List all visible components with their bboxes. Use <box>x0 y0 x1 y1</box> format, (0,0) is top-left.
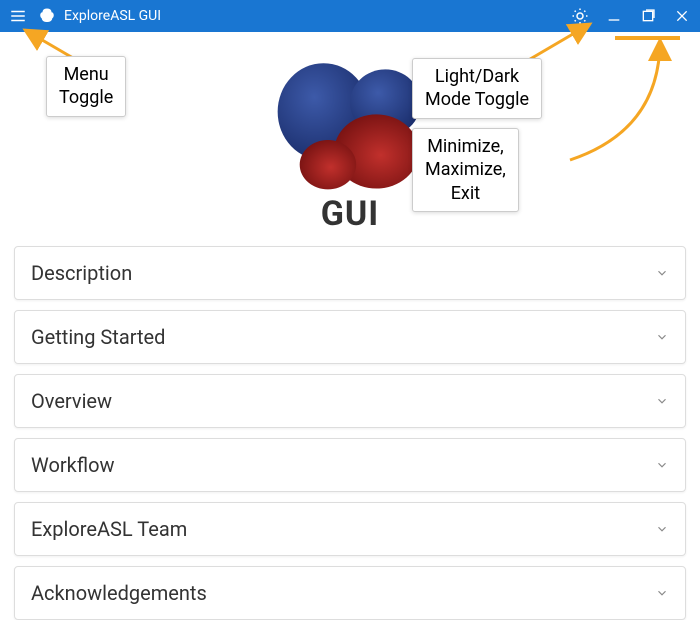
callout-window-controls: Minimize, Maximize, Exit <box>412 128 519 212</box>
accordion-item-description[interactable]: Description <box>14 246 686 300</box>
titlebar-left: ExploreASL GUI <box>6 4 161 28</box>
menu-toggle-button[interactable] <box>6 4 30 28</box>
accordion-label: Acknowledgements <box>31 581 207 605</box>
chevron-down-icon <box>655 586 669 600</box>
callout-menu-toggle: Menu Toggle <box>46 56 126 117</box>
app-title: ExploreASL GUI <box>64 8 161 24</box>
sun-icon <box>571 7 589 25</box>
accordion-label: Workflow <box>31 453 115 477</box>
hamburger-icon <box>9 7 27 25</box>
accordion-label: Overview <box>31 389 112 413</box>
chevron-down-icon <box>655 522 669 536</box>
accordion-label: Description <box>31 261 132 285</box>
maximize-icon <box>640 8 656 24</box>
logo-text: GUI <box>321 194 380 234</box>
chevron-down-icon <box>655 394 669 408</box>
accordion-label: Getting Started <box>31 325 165 349</box>
titlebar: ExploreASL GUI <box>0 0 700 32</box>
chevron-down-icon <box>655 458 669 472</box>
accordion-list: Description Getting Started Overview Wor… <box>0 246 700 620</box>
maximize-button[interactable] <box>636 4 660 28</box>
accordion-item-team[interactable]: ExploreASL Team <box>14 502 686 556</box>
close-icon <box>674 8 690 24</box>
chevron-down-icon <box>655 266 669 280</box>
minimize-icon <box>606 8 622 24</box>
brain-icon <box>38 7 56 25</box>
accordion-item-acknowledgements[interactable]: Acknowledgements <box>14 566 686 620</box>
accordion-item-getting-started[interactable]: Getting Started <box>14 310 686 364</box>
close-button[interactable] <box>670 4 694 28</box>
accordion-label: ExploreASL Team <box>31 517 187 541</box>
titlebar-right <box>568 4 694 28</box>
chevron-down-icon <box>655 330 669 344</box>
accordion-item-workflow[interactable]: Workflow <box>14 438 686 492</box>
accordion-item-overview[interactable]: Overview <box>14 374 686 428</box>
minimize-button[interactable] <box>602 4 626 28</box>
callout-theme-toggle: Light/Dark Mode Toggle <box>412 58 542 119</box>
theme-toggle-button[interactable] <box>568 4 592 28</box>
